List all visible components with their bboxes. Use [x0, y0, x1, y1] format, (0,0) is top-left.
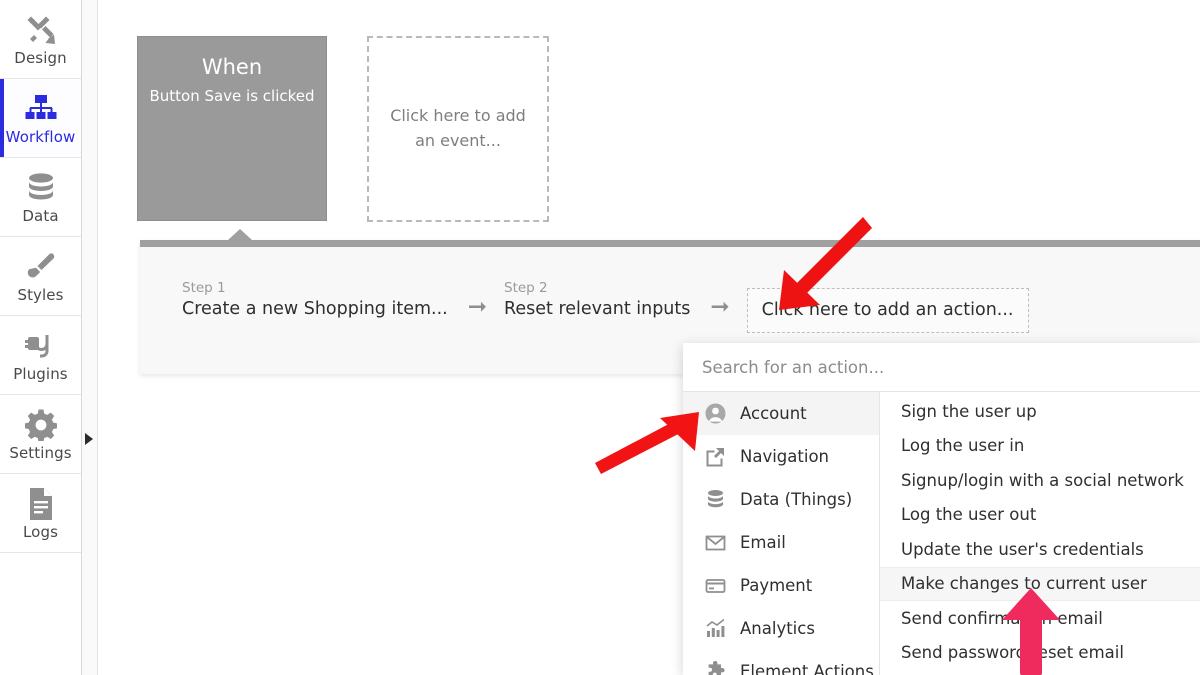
when-block-title: When	[201, 55, 263, 79]
category-item-data-things[interactable]: Data (Things)	[683, 478, 879, 521]
sidebar-item-logs[interactable]: Logs	[0, 474, 81, 553]
category-label: Navigation	[740, 447, 829, 466]
sidebar-gutter	[82, 0, 98, 675]
sidebar-item-data[interactable]: Data	[0, 158, 81, 237]
action-search-input[interactable]: Search for an action...	[683, 343, 1200, 392]
add-event-placeholder[interactable]: Click here to add an event...	[367, 36, 549, 222]
plug-icon	[24, 328, 58, 364]
action-item[interactable]: Log the user out	[880, 498, 1200, 533]
category-label: Analytics	[740, 619, 815, 638]
expand-right-triangle-icon[interactable]	[85, 433, 93, 445]
gear-icon	[24, 407, 57, 443]
action-item-list: Sign the user up Log the user in Signup/…	[880, 392, 1200, 675]
sidebar-item-label: Design	[14, 49, 67, 67]
action-item[interactable]: Signup/login with a social network	[880, 463, 1200, 498]
document-lines-icon	[27, 486, 55, 522]
sidebar-empty-space	[0, 553, 81, 675]
action-picker-body: Account Navigation Data (Things) Email P…	[683, 392, 1200, 675]
sidebar-item-label: Logs	[22, 523, 58, 541]
sidebar-item-plugins[interactable]: Plugins	[0, 316, 81, 395]
arrow-right-icon: ➞	[467, 294, 487, 320]
action-item[interactable]: Log the user in	[880, 429, 1200, 464]
action-item[interactable]: Send confirmation email	[880, 601, 1200, 636]
sidebar-item-settings[interactable]: Settings	[0, 395, 81, 474]
step-name: Create a new Shopping item...	[182, 299, 448, 320]
action-category-list: Account Navigation Data (Things) Email P…	[683, 392, 880, 675]
category-item-analytics[interactable]: Analytics	[683, 607, 879, 650]
step-number: Step 1	[182, 280, 226, 296]
category-label: Email	[740, 533, 786, 552]
external-link-icon	[704, 446, 726, 468]
bubble-editor-screen: Design Workflow Data Styles Plugins Sett…	[0, 0, 1200, 675]
category-item-email[interactable]: Email	[683, 521, 879, 564]
action-item[interactable]: Sign the user up	[880, 394, 1200, 429]
paintbrush-icon	[24, 249, 58, 285]
bar-chart-icon	[704, 618, 726, 640]
action-item-make-changes-to-current-user[interactable]: Make changes to current user	[880, 566, 1200, 601]
user-circle-icon	[704, 403, 726, 425]
when-block[interactable]: When Button Save is clicked	[137, 36, 327, 221]
when-block-subtitle: Button Save is clicked	[149, 87, 315, 106]
category-item-account[interactable]: Account	[683, 392, 879, 435]
sidebar-item-label: Data	[22, 207, 59, 225]
category-label: Payment	[740, 576, 813, 595]
arrow-right-icon: ➞	[710, 294, 730, 320]
workflow-tree-icon	[24, 91, 58, 127]
step-name: Reset relevant inputs	[504, 299, 691, 320]
category-label: Data (Things)	[740, 490, 853, 509]
action-picker-dropdown: Search for an action... Account Navigati…	[683, 343, 1200, 675]
sidebar-item-label: Settings	[9, 444, 72, 462]
credit-card-icon	[704, 575, 726, 597]
action-item[interactable]: Update the user's credentials	[880, 532, 1200, 567]
category-item-element-actions[interactable]: Element Actions	[683, 650, 879, 675]
sidebar-item-styles[interactable]: Styles	[0, 237, 81, 316]
workflow-step-2[interactable]: Step 2 Reset relevant inputs	[504, 275, 692, 329]
sidebar-item-label: Workflow	[5, 128, 76, 146]
left-tool-sidebar: Design Workflow Data Styles Plugins Sett…	[0, 0, 82, 675]
action-item[interactable]: Send password reset email	[880, 636, 1200, 671]
category-item-navigation[interactable]: Navigation	[683, 435, 879, 478]
steps-panel-topbar	[140, 229, 1200, 247]
puzzle-piece-icon	[704, 661, 726, 675]
sidebar-item-label: Styles	[17, 286, 64, 304]
database-icon	[704, 489, 726, 511]
sidebar-item-design[interactable]: Design	[0, 0, 81, 79]
add-action-placeholder[interactable]: Click here to add an action...	[746, 288, 1029, 333]
category-label: Element Actions	[740, 662, 874, 675]
steps-panel-caret-icon	[228, 229, 252, 240]
sidebar-item-label: Plugins	[13, 365, 68, 383]
database-icon	[26, 170, 56, 206]
category-label: Account	[740, 404, 807, 423]
category-item-payment[interactable]: Payment	[683, 564, 879, 607]
sidebar-item-workflow[interactable]: Workflow	[0, 79, 81, 158]
step-number: Step 2	[504, 280, 548, 296]
envelope-icon	[704, 532, 726, 554]
design-tools-icon	[24, 12, 58, 48]
workflow-step-1[interactable]: Step 1 Create a new Shopping item...	[182, 275, 450, 329]
